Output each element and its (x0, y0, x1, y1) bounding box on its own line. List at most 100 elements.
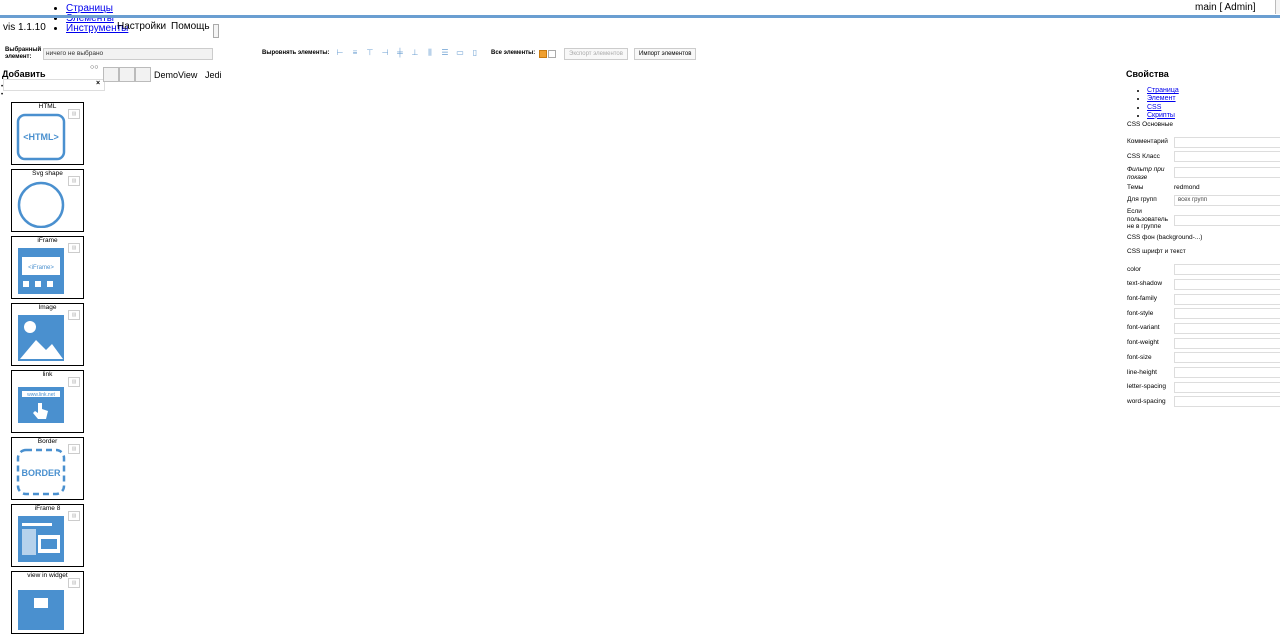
close-icon[interactable]: × (96, 80, 100, 87)
font-style-label: font-style (1127, 310, 1154, 317)
word-spacing-input[interactable] (1174, 396, 1280, 407)
border-icon: BORDER (16, 448, 66, 496)
align-left-icon[interactable]: ⊢ (335, 48, 345, 58)
widget-link[interactable]: link ▨ www.link.net (11, 370, 84, 433)
glasses-icon[interactable]: ○○ (90, 64, 98, 71)
align-vcenter-icon[interactable]: ╪ (395, 48, 405, 58)
view-tab-button[interactable] (119, 67, 135, 82)
widget-palette: HTML ▨ <HTML> Svg shape ▨ iFrame ▨ <iFra… (11, 102, 84, 638)
image-icon: ▨ (68, 511, 80, 521)
themes-label: Темы (1127, 184, 1144, 191)
letter-spacing-input[interactable] (1174, 382, 1280, 393)
all-elements-checkbox-2[interactable] (548, 50, 556, 58)
align-bottom-icon[interactable]: ⊥ (410, 48, 420, 58)
filter-label: Фильтр при показе (1127, 166, 1165, 181)
widget-view-in-widget[interactable]: view in widget ▨ (11, 571, 84, 634)
font-variant-input[interactable] (1174, 323, 1280, 334)
align-hcenter-icon[interactable]: ≡ (350, 48, 360, 58)
view-tab-button[interactable] (103, 67, 119, 82)
menu-settings[interactable]: Настройки (117, 21, 166, 32)
view-tab-buttons (103, 67, 151, 82)
font-weight-label: font-weight (1127, 339, 1159, 346)
top-right-button[interactable] (1275, 0, 1280, 14)
view-icon (18, 590, 64, 630)
align-right-icon[interactable]: ⊣ (380, 48, 390, 58)
image-icon: ▨ (68, 176, 80, 186)
menu-extra-button[interactable] (213, 24, 219, 38)
line-height-label: line-height (1127, 369, 1157, 376)
word-spacing-label: word-spacing (1127, 398, 1166, 405)
text-shadow-label: text-shadow (1127, 280, 1163, 287)
properties-links: Страница Элемент CSS Скрипты (1135, 87, 1179, 120)
svg-text:<iFrame>: <iFrame> (28, 265, 54, 271)
widget-border[interactable]: Border ▨ BORDER (11, 437, 84, 500)
widget-svg-shape[interactable]: Svg shape ▨ (11, 169, 84, 232)
font-family-label: font-family (1127, 295, 1157, 302)
align-toolbar: ⊢ ≡ ⊤ ⊣ ╪ ⊥ ⫼ ☰ ▭ ▯ (335, 48, 480, 58)
bullet-icon: • (1, 84, 4, 90)
widget-html[interactable]: HTML ▨ <HTML> (11, 102, 84, 165)
properties-title: Свойства (1126, 69, 1169, 79)
themes-value[interactable]: redmond (1174, 184, 1200, 191)
props-css-link[interactable]: CSS (1147, 104, 1161, 111)
not-in-group-label: Если пользователь не в группе (1127, 208, 1169, 230)
css-basic-header: CSS Основные (1127, 121, 1174, 128)
svg-text:BORDER: BORDER (21, 468, 61, 478)
font-variant-label: font-variant (1127, 324, 1160, 331)
font-size-input[interactable] (1174, 352, 1280, 363)
iframe-icon: <iFrame> (18, 248, 64, 294)
align-top-icon[interactable]: ⊤ (365, 48, 375, 58)
not-in-group-select[interactable] (1174, 215, 1280, 226)
line-height-input[interactable] (1174, 367, 1280, 378)
same-height-icon[interactable]: ▯ (470, 48, 480, 58)
image-icon: ▨ (68, 109, 80, 119)
distribute-v-icon[interactable]: ☰ (440, 48, 450, 58)
image-icon: ▨ (68, 444, 80, 454)
import-elements-button[interactable]: Импорт элементов (634, 48, 697, 60)
groups-label: Для групп (1127, 196, 1157, 203)
props-scripts-link[interactable]: Скрипты (1147, 112, 1175, 119)
iframe8-icon (18, 516, 64, 562)
topbar-divider (0, 15, 1280, 18)
selected-element-label: Выбранный элемент: (5, 47, 42, 60)
css-class-label: CSS Класс (1127, 153, 1160, 160)
comment-input[interactable] (1174, 137, 1280, 148)
filter-input[interactable] (1174, 167, 1280, 178)
widget-iframe8[interactable]: iFrame 8 ▨ (11, 504, 84, 567)
link-icon: www.link.net (18, 387, 64, 423)
selected-element-field[interactable]: ничего не выбрано (43, 48, 213, 60)
export-elements-button[interactable]: Экспорт элементов (564, 48, 628, 60)
html-icon: <HTML> (16, 113, 66, 161)
groups-select[interactable]: всех групп (1174, 195, 1280, 206)
font-family-input[interactable] (1174, 294, 1280, 305)
widget-image[interactable]: Image ▨ (11, 303, 84, 366)
css-font-header[interactable]: CSS шрифт и текст (1127, 248, 1227, 256)
font-style-input[interactable] (1174, 308, 1280, 319)
tab-demoview[interactable]: DemoView (154, 70, 197, 80)
css-bg-header[interactable]: CSS фон (background-...) (1127, 234, 1227, 242)
comment-label: Комментарий (1127, 138, 1168, 145)
add-panel-title: Добавить (2, 69, 46, 79)
props-page-link[interactable]: Страница (1147, 87, 1179, 94)
image-icon: ▨ (68, 578, 80, 588)
align-label: Выровнять элементы: (262, 50, 330, 56)
image-icon (18, 315, 64, 361)
same-width-icon[interactable]: ▭ (455, 48, 465, 58)
view-tab-button[interactable] (135, 67, 151, 82)
css-class-input[interactable] (1174, 151, 1280, 162)
all-elements-checkbox[interactable] (539, 50, 547, 58)
app-version: vis 1.1.10 (3, 22, 46, 33)
image-icon: ▨ (68, 377, 80, 387)
color-input[interactable] (1174, 264, 1280, 275)
color-label: color (1127, 266, 1142, 273)
widget-filter-input[interactable] (3, 79, 105, 91)
menu-help[interactable]: Помощь (171, 21, 210, 32)
text-shadow-input[interactable] (1174, 279, 1280, 290)
font-weight-input[interactable] (1174, 338, 1280, 349)
distribute-h-icon[interactable]: ⫼ (425, 48, 435, 58)
svg-text:www.link.net: www.link.net (27, 392, 55, 398)
props-element-link[interactable]: Элемент (1147, 95, 1176, 102)
widget-iframe[interactable]: iFrame ▨ <iFrame> (11, 236, 84, 299)
image-icon: ▨ (68, 243, 80, 253)
tab-jedi[interactable]: Jedi (205, 70, 222, 80)
